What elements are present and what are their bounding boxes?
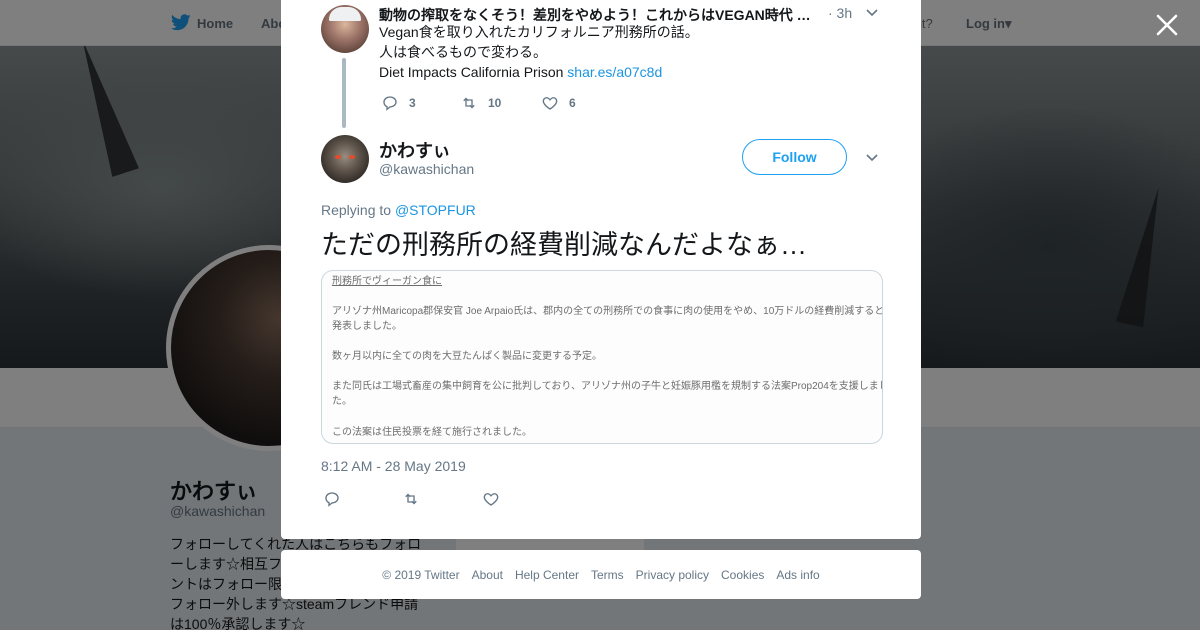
retweet-icon: [463, 97, 475, 109]
media-text-line: た。: [332, 396, 352, 407]
reply-icon[interactable]: [323, 490, 341, 508]
follow-button[interactable]: Follow: [742, 139, 847, 175]
tweet-permalink-modal: 動物の搾取をなくそう！差別をやめよう！これからはVEGAN時代 … · 3h V…: [281, 0, 921, 539]
footer-cookies-link[interactable]: Cookies: [721, 568, 764, 582]
reply-icon: [383, 96, 397, 111]
main-tweet-avatar[interactable]: [321, 135, 369, 183]
avatar-cap: [329, 7, 361, 21]
tweet-timestamp[interactable]: 8:12 AM - 28 May 2019: [321, 458, 466, 474]
footer-ads-link[interactable]: Ads info: [776, 568, 819, 582]
footer-help-link[interactable]: Help Center: [515, 568, 579, 582]
media-text-line: 発表しました。: [332, 321, 402, 332]
footer-terms-link[interactable]: Terms: [591, 568, 624, 582]
close-icon[interactable]: [1154, 12, 1180, 38]
heart-icon: [542, 97, 558, 110]
main-tweet-author-handle[interactable]: @kawashichan: [379, 161, 474, 177]
parent-tweet-text-line: 人は食べるもので変わる。: [379, 44, 547, 60]
main-tweet-text: ただの刑務所の経費削減なんだよなぁ…: [321, 230, 807, 260]
parent-tweet-time[interactable]: · 3h: [828, 5, 852, 21]
replying-to: Replying to @STOPFUR: [321, 202, 476, 218]
parent-retweet-count: 10: [488, 96, 502, 110]
footer-about-link[interactable]: About: [472, 568, 503, 582]
footer-copyright: © 2019 Twitter: [382, 567, 460, 582]
parent-like-button[interactable]: 6: [541, 94, 576, 112]
main-tweet-author-name[interactable]: かわすぃ: [379, 137, 451, 163]
footer-privacy-link[interactable]: Privacy policy: [636, 568, 709, 582]
tweet-media-image[interactable]: 刑務所でヴィーガン食に アリゾナ州Maricopa郡保安官 Joe Arpaio…: [321, 270, 883, 444]
avatar-eye: [335, 155, 341, 159]
parent-tweet-text-line: Diet Impacts California Prison shar.es/a…: [379, 62, 662, 82]
parent-reply-count: 3: [409, 96, 416, 110]
modal-footer: © 2019 Twitter About Help Center Terms P…: [281, 550, 921, 599]
heart-icon[interactable]: [482, 490, 500, 508]
parent-reply-button[interactable]: 3: [381, 94, 416, 112]
chevron-down-icon[interactable]: [866, 154, 878, 162]
parent-tweet-text: Diet Impacts California Prison: [379, 64, 564, 80]
media-text-line: 刑務所でヴィーガン食に: [332, 276, 442, 287]
chevron-down-icon[interactable]: [866, 9, 878, 17]
avatar-eye: [349, 155, 355, 159]
parent-tweet-link[interactable]: shar.es/a07c8d: [567, 64, 662, 80]
retweet-icon[interactable]: [402, 490, 420, 508]
parent-tweet-avatar[interactable]: [321, 5, 369, 53]
replying-prefix: Replying to: [321, 202, 392, 218]
media-text-line: 数ヶ月以内に全ての肉を大豆たんぱく製品に変更する予定。: [332, 351, 602, 362]
parent-like-count: 6: [569, 96, 576, 110]
media-text-line: また同氏は工場式畜産の集中飼育を公に批判しており、アリゾナ州の子牛と妊娠豚用檻を…: [332, 381, 883, 392]
conversation-thread-line: [342, 58, 346, 128]
replying-mention-link[interactable]: @STOPFUR: [395, 202, 476, 218]
media-text-line: アリゾナ州Maricopa郡保安官 Joe Arpaio氏は、郡内の全ての刑務所…: [332, 306, 883, 317]
parent-tweet-text-line: Vegan食を取り入れたカリフォルニア刑務所の話。: [379, 24, 699, 40]
media-text-line: この法案は住民投票を経て施行されました。: [332, 427, 532, 438]
parent-retweet-button[interactable]: 10: [460, 94, 501, 112]
